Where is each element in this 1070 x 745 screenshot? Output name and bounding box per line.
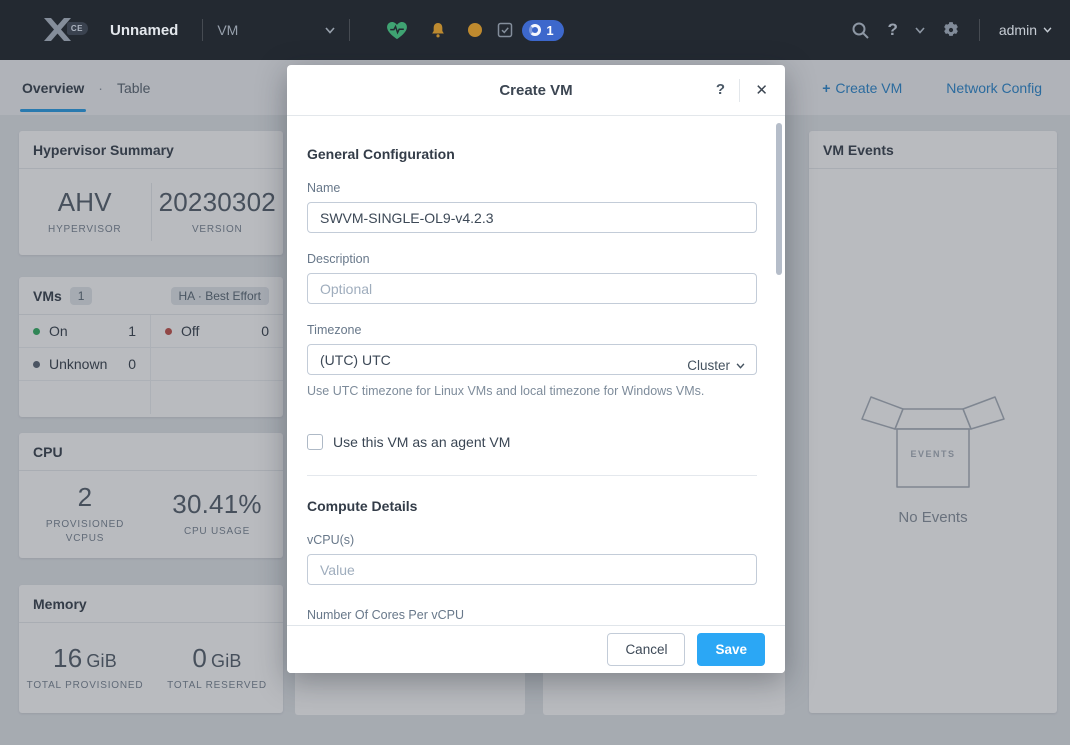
agent-vm-checkbox-row[interactable]: Use this VM as an agent VM bbox=[307, 434, 757, 450]
admin-menu[interactable]: admin bbox=[999, 22, 1052, 38]
quick-access-chevron-icon[interactable] bbox=[915, 27, 925, 34]
search-icon[interactable] bbox=[851, 21, 870, 40]
navbar-divider bbox=[202, 19, 203, 41]
cores-field-label: Number Of Cores Per vCPU bbox=[307, 608, 757, 622]
task-spinner-icon bbox=[529, 24, 541, 36]
modal-body: General Configuration Name Description T… bbox=[287, 116, 785, 625]
navbar-divider bbox=[349, 19, 350, 41]
navbar-divider bbox=[979, 19, 980, 41]
create-vm-modal: Create VM ? ✕ General Configuration Name… bbox=[287, 65, 785, 673]
vm-menu-dropdown[interactable]: VM bbox=[217, 22, 335, 38]
admin-label: admin bbox=[999, 22, 1037, 38]
description-field-label: Description bbox=[307, 252, 757, 266]
description-input[interactable] bbox=[307, 273, 757, 304]
health-heart-icon[interactable] bbox=[386, 20, 408, 40]
cancel-button[interactable]: Cancel bbox=[607, 633, 685, 666]
task-count: 1 bbox=[546, 23, 553, 38]
alert-dot-icon[interactable] bbox=[468, 23, 482, 37]
modal-title: Create VM bbox=[287, 65, 785, 116]
timezone-hint: Use UTC timezone for Linux VMs and local… bbox=[307, 384, 757, 398]
modal-footer: Cancel Save bbox=[287, 625, 785, 673]
vcpu-field-label: vCPU(s) bbox=[307, 533, 757, 547]
section-heading-general: General Configuration bbox=[307, 146, 757, 162]
logo-ce-badge: CE bbox=[67, 22, 88, 35]
agent-vm-checkbox[interactable] bbox=[307, 434, 323, 450]
gear-icon[interactable] bbox=[942, 21, 960, 39]
chevron-down-icon bbox=[325, 27, 335, 34]
modal-header-divider bbox=[739, 79, 740, 102]
vcpu-input[interactable] bbox=[307, 554, 757, 585]
modal-header: Create VM ? ✕ bbox=[287, 65, 785, 116]
timezone-scope-dropdown[interactable]: Cluster bbox=[687, 358, 745, 373]
notification-bell-icon[interactable] bbox=[428, 20, 448, 41]
timezone-field-label: Timezone bbox=[307, 323, 757, 337]
chevron-down-icon bbox=[736, 363, 745, 369]
chevron-down-icon bbox=[1043, 27, 1052, 33]
close-icon[interactable]: ✕ bbox=[755, 81, 768, 99]
task-progress-pill[interactable]: 1 bbox=[522, 20, 563, 41]
modal-help-icon[interactable]: ? bbox=[716, 81, 725, 98]
modal-scrollbar[interactable] bbox=[776, 123, 782, 275]
agent-vm-label: Use this VM as an agent VM bbox=[333, 434, 510, 450]
app-logo[interactable]: CE bbox=[44, 18, 84, 42]
top-navbar: CE Unnamed VM bbox=[0, 0, 1070, 60]
help-icon[interactable]: ? bbox=[887, 20, 897, 40]
name-field-label: Name bbox=[307, 181, 757, 195]
vm-menu-label: VM bbox=[217, 22, 238, 38]
cluster-name: Unnamed bbox=[110, 22, 178, 39]
save-button[interactable]: Save bbox=[697, 633, 765, 666]
tasks-icon[interactable] bbox=[496, 21, 514, 39]
name-input[interactable] bbox=[307, 202, 757, 233]
section-divider bbox=[307, 475, 757, 476]
section-heading-compute: Compute Details bbox=[307, 498, 757, 514]
